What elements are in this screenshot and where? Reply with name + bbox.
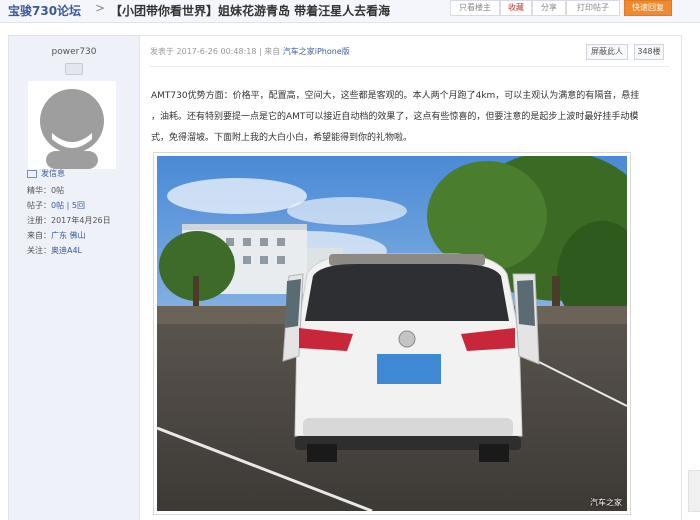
- share-button[interactable]: 分享: [532, 0, 566, 16]
- stat-from: 来自：广东 佛山: [27, 230, 86, 241]
- post-text-line: 式，免得溜坡。下面附上我的大白小白，希望能得到你的礼物啦。: [151, 133, 413, 143]
- stat-follow-value[interactable]: 奥迪A4L: [51, 246, 82, 255]
- post-photo[interactable]: 汽车之家: [153, 152, 631, 515]
- post-divider: [150, 66, 670, 67]
- floor-number[interactable]: 348楼: [634, 44, 664, 60]
- send-message-link[interactable]: 发信息: [27, 168, 65, 179]
- stat-follow-label: 关注：: [27, 246, 51, 255]
- author-sidebar: power730 发信息 精华：0帖 帖子：0帖 | 5回 注册：2017年4月…: [9, 36, 140, 520]
- author-username[interactable]: power730: [9, 47, 139, 57]
- breadcrumb-separator: >: [95, 1, 106, 15]
- default-avatar-icon: [28, 81, 116, 169]
- favorite-button[interactable]: 收藏: [500, 0, 532, 16]
- stat-posts: 帖子：0帖 | 5回: [27, 200, 85, 211]
- side-scroll-widget[interactable]: [688, 470, 700, 512]
- photo-watermark: 汽车之家: [590, 498, 622, 507]
- only-op-button[interactable]: 只看楼主: [450, 0, 500, 16]
- stat-from-label: 来自：: [27, 231, 51, 240]
- thread-title: 【小团带你看世界】姐妹花游青岛 带着汪星人去看海: [110, 4, 391, 18]
- mail-icon: [27, 169, 37, 178]
- online-status-icon: [65, 63, 83, 75]
- quick-reply-button[interactable]: 快速回复: [624, 0, 672, 16]
- post-text-line: ，油耗。还有特别要提一点是它的AMT可以接近自动档的效果了，这点有些惊喜的，但要…: [151, 112, 639, 122]
- stat-registered-value: 2017年4月26日: [51, 216, 111, 225]
- stat-essence-value: 0帖: [51, 186, 65, 195]
- post-meta: 发表于 2017-6-26 00:48:18 | 来自 汽车之家iPhone版: [150, 46, 350, 57]
- post-container: power730 发信息 精华：0帖 帖子：0帖 | 5回 注册：2017年4月…: [8, 35, 682, 520]
- stat-follow: 关注：奥迪A4L: [27, 245, 82, 256]
- stat-essence: 精华：0帖: [27, 185, 64, 196]
- post-date: 发表于 2017-6-26 00:48:18 | 来自: [150, 47, 281, 56]
- forum-name-link[interactable]: 宝骏730论坛: [8, 2, 81, 19]
- avatar[interactable]: [28, 81, 116, 169]
- thread-header-bar: 宝骏730论坛 > 【小团带你看世界】姐妹花游青岛 带着汪星人去看海 只看楼主 …: [0, 0, 700, 23]
- send-message-label: 发信息: [41, 169, 65, 178]
- stat-registered: 注册：2017年4月26日: [27, 215, 111, 226]
- stat-registered-label: 注册：: [27, 216, 51, 225]
- stat-essence-label: 精华：: [27, 186, 51, 195]
- post-source-link[interactable]: 汽车之家iPhone版: [283, 47, 350, 56]
- stat-posts-label: 帖子：: [27, 201, 51, 210]
- stat-from-value[interactable]: 广东 佛山: [51, 231, 86, 240]
- stat-posts-value[interactable]: 0帖 | 5回: [51, 201, 85, 210]
- post-text-line: AMT730优势方面：价格平，配置高，空间大，这些都是客观的。本人两个月跑了4k…: [151, 91, 640, 101]
- car-photo-image: [157, 156, 627, 511]
- post-content: 发表于 2017-6-26 00:48:18 | 来自 汽车之家iPhone版 …: [140, 36, 680, 520]
- block-author-button[interactable]: 屏蔽此人: [586, 44, 628, 60]
- print-button[interactable]: 打印帖子: [566, 0, 620, 16]
